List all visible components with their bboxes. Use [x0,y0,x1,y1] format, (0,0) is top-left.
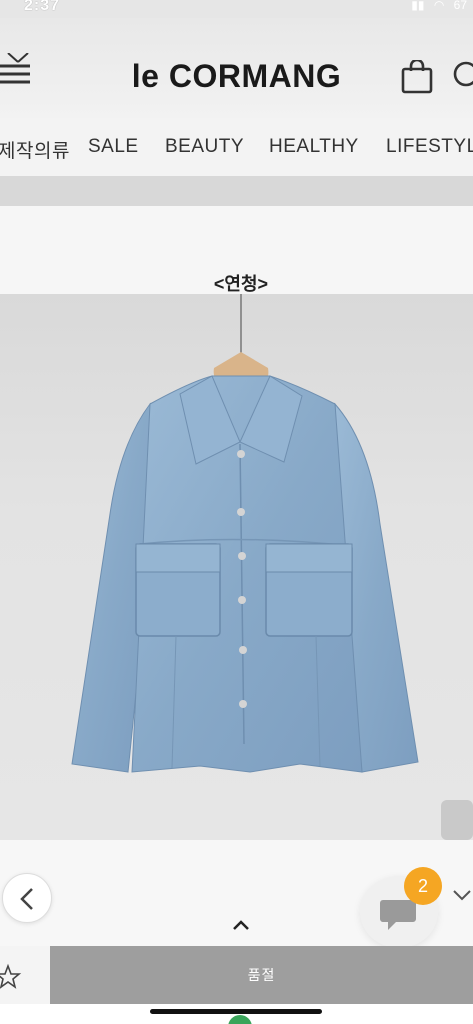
signal-icon: ▮▮ [411,0,425,12]
star-icon[interactable] [0,962,26,992]
cart-icon[interactable] [401,60,433,94]
chat-badge: 2 [404,867,442,905]
chevron-down-icon[interactable] [450,885,473,905]
status-time: 2:37 [24,0,61,14]
home-indicator [150,1009,322,1014]
denim-jacket-illustration [71,294,419,773]
status-bar: 2:37 ▮▮ ◠ 67 [0,0,473,18]
product-image [0,294,473,840]
chevron-left-icon [20,888,33,910]
nav-item-sale[interactable]: SALE [88,136,139,158]
category-nav: 제작의류 SALE BEAUTY HEALTHY LIFESTYL [0,118,473,176]
product-thumbnail[interactable] [441,800,473,840]
divider-strip [0,176,473,206]
soldout-button[interactable]: 품절 [50,946,473,1004]
back-button[interactable] [2,873,52,923]
header: le CORMANG [0,18,473,118]
wifi-icon: ◠ [433,0,445,12]
nav-item-healthy[interactable]: HEALTHY [269,136,359,158]
nav-item-beauty[interactable]: BEAUTY [165,136,244,158]
battery-level: 67 [453,0,467,12]
chevron-up-icon[interactable] [229,916,253,934]
nav-item-custom-clothing[interactable]: 제작의류 [0,136,70,163]
search-icon[interactable] [452,60,473,90]
nav-item-lifestyle[interactable]: LIFESTYL [386,136,473,158]
status-icons: ▮▮ ◠ 67 [405,0,467,12]
color-label: <연청> [213,274,269,294]
